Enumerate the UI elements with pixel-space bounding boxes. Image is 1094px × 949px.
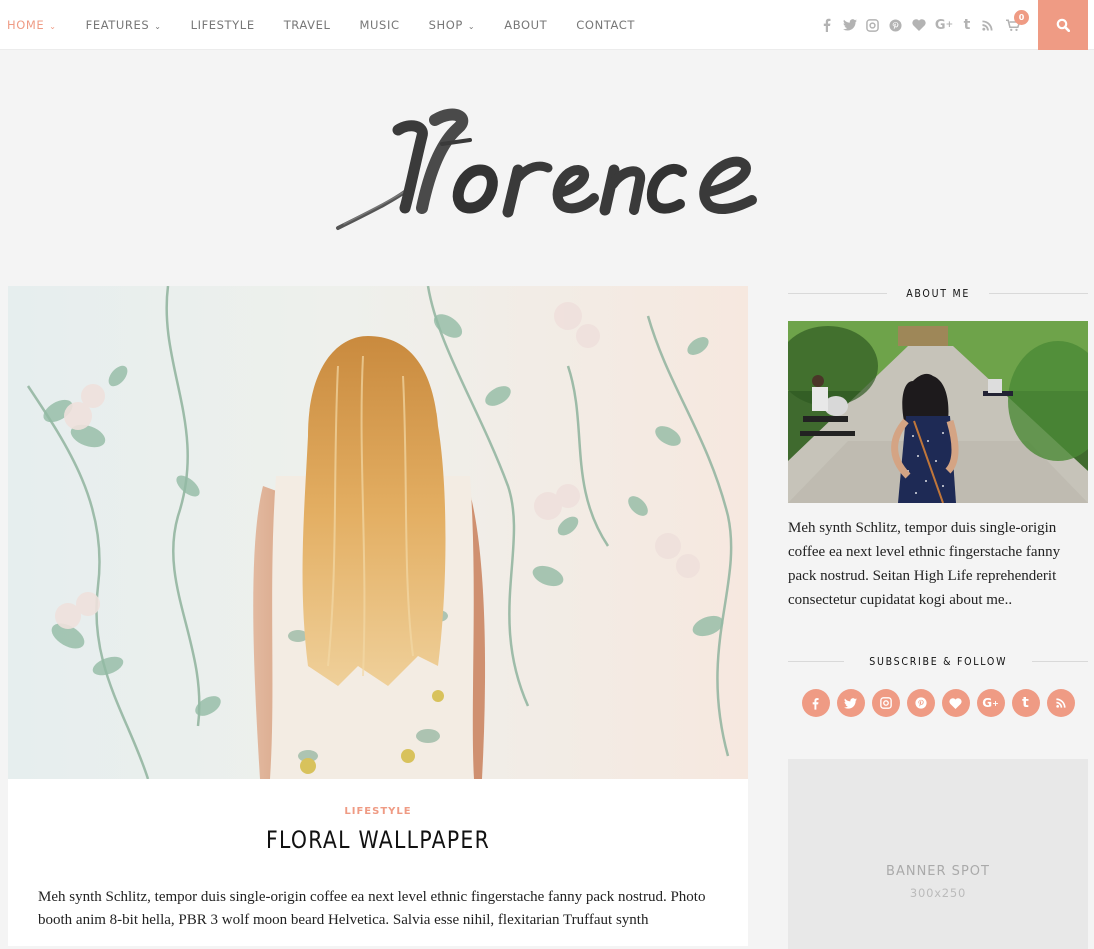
about-me-image xyxy=(788,321,1088,503)
chevron-down-icon: ⌄ xyxy=(467,21,476,31)
nav-label: MUSIC xyxy=(359,18,400,32)
post-featured-image[interactable] xyxy=(8,286,748,779)
widget-title-text: SUBSCRIBE & FOLLOW xyxy=(869,654,1007,668)
search-button[interactable] xyxy=(1038,0,1088,50)
search-icon xyxy=(1056,18,1070,32)
banner-ad-spot[interactable]: BANNER SPOT 300x250 xyxy=(788,759,1088,949)
tumblr-icon[interactable]: t xyxy=(1011,689,1040,717)
nav-label: TRAVEL xyxy=(283,18,331,32)
facebook-icon[interactable] xyxy=(819,18,834,33)
twitter-icon[interactable] xyxy=(842,18,857,33)
chevron-down-icon: ⌄ xyxy=(154,21,162,31)
nav-item-contact[interactable]: CONTACT xyxy=(576,18,635,32)
pinterest-icon[interactable] xyxy=(888,18,903,33)
nav-item-music[interactable]: MUSIC xyxy=(360,18,400,32)
nav-label: CONTACT xyxy=(576,18,636,32)
banner-size: 300x250 xyxy=(909,886,967,900)
about-me-text: Meh synth Schlitz, tempor duis single-or… xyxy=(788,520,1061,608)
florence-logo-mark xyxy=(336,108,757,230)
subscribe-widget-title: SUBSCRIBE & FOLLOW xyxy=(788,648,1088,674)
instagram-icon[interactable] xyxy=(865,18,880,33)
nav-item-shop[interactable]: SHOP ⌄ xyxy=(429,18,476,32)
bloglovin-heart-icon[interactable] xyxy=(911,18,926,33)
subscribe-social-links: G + t xyxy=(788,689,1088,717)
nav-item-features[interactable]: FEATURES ⌄ xyxy=(86,18,162,32)
post-excerpt: Meh synth Schlitz, tempor duis single-or… xyxy=(38,889,706,928)
main-menu: HOME ⌄ FEATURES ⌄ LIFESTYLE TRAVEL MUSIC S… xyxy=(7,0,664,50)
google-plus-icon[interactable]: G + xyxy=(976,689,1005,717)
nav-label: HOME xyxy=(7,18,45,32)
facebook-icon[interactable] xyxy=(801,689,830,717)
post-title[interactable]: FLORAL WALLPAPER xyxy=(64,826,693,854)
tumblr-icon[interactable]: t xyxy=(962,17,972,33)
rss-icon[interactable] xyxy=(980,18,995,33)
about-me-widget-title: ABOUT ME xyxy=(788,280,1088,306)
nav-label: ABOUT xyxy=(504,18,548,32)
google-plus-icon[interactable]: G + xyxy=(934,18,954,33)
chevron-down-icon: ⌄ xyxy=(49,21,57,31)
nav-label: FEATURES xyxy=(85,18,150,32)
post-category-link[interactable]: LIFESTYLE xyxy=(8,806,748,817)
twitter-icon[interactable] xyxy=(836,689,865,717)
banner-title: BANNER SPOT xyxy=(886,864,990,879)
sidebar: ABOUT ME Meh synth Schlitz, tempor duis … xyxy=(788,280,1088,717)
header-social-links: G + t 0 xyxy=(811,0,1029,50)
instagram-icon[interactable] xyxy=(871,689,900,717)
nav-item-lifestyle[interactable]: LIFESTYLE xyxy=(191,18,255,32)
bloglovin-heart-icon[interactable] xyxy=(941,689,970,717)
shopping-cart-icon[interactable]: 0 xyxy=(1005,9,1029,33)
nav-item-about[interactable]: ABOUT xyxy=(504,18,547,32)
nav-item-travel[interactable]: TRAVEL xyxy=(284,18,331,32)
pinterest-icon[interactable] xyxy=(906,689,935,717)
top-navbar: HOME ⌄ FEATURES ⌄ LIFESTYLE TRAVEL MUSIC S… xyxy=(0,0,1094,50)
featured-post: LIFESTYLE FLORAL WALLPAPER Meh synth Sch… xyxy=(8,286,748,946)
nav-label: SHOP xyxy=(428,18,463,32)
nav-label: LIFESTYLE xyxy=(190,18,255,32)
floral-wallpaper-photo xyxy=(8,286,748,779)
rss-icon[interactable] xyxy=(1046,689,1075,717)
nav-item-home[interactable]: HOME ⌄ xyxy=(7,18,57,32)
site-logo[interactable] xyxy=(330,100,770,240)
cart-count-badge: 0 xyxy=(1014,9,1029,25)
park-path-photo xyxy=(788,321,1088,503)
widget-title-text: ABOUT ME xyxy=(906,286,970,300)
